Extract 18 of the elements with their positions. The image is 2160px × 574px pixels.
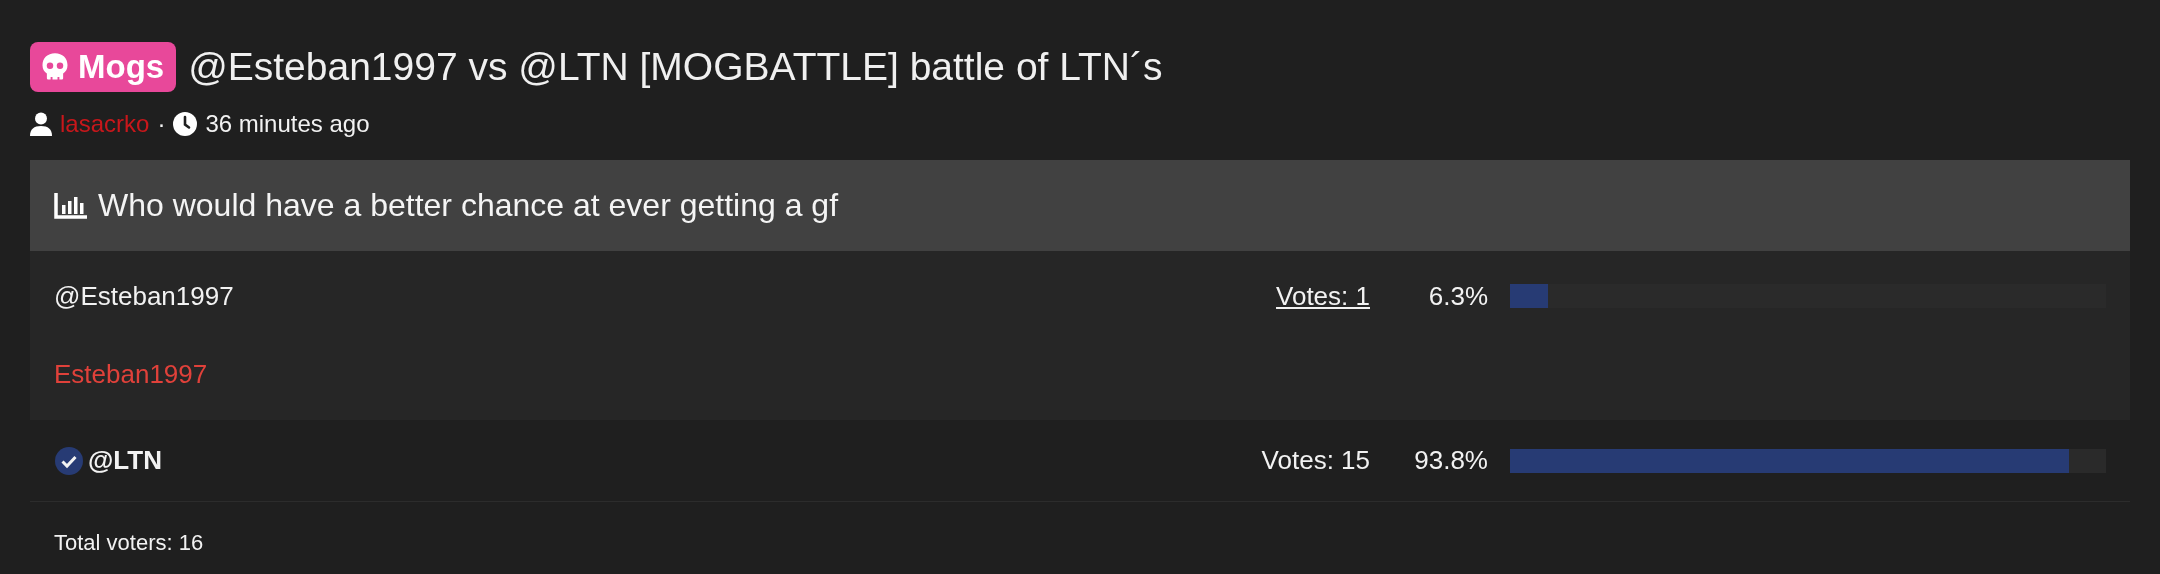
separator: ·	[157, 110, 166, 138]
vote-percentage: 6.3%	[1427, 280, 1489, 312]
votes-link[interactable]: Votes: 1	[1276, 280, 1370, 312]
author-link[interactable]: lasacrko	[60, 110, 150, 138]
voter-link[interactable]: Esteban1997	[54, 359, 208, 390]
thread-title: @Esteban1997 vs @LTN [MOGBATTLE] battle of LTN´s	[188, 45, 1163, 89]
bar-chart-icon	[54, 191, 88, 220]
votes-link[interactable]: Votes: 15	[1261, 445, 1370, 476]
clock-icon	[173, 112, 198, 136]
vote-percentage: 93.8%	[1413, 445, 1489, 476]
user-icon	[30, 112, 52, 136]
post-time: 36 minutes ago	[205, 110, 370, 138]
option-label: @LTN	[88, 445, 162, 476]
skull-icon	[40, 52, 70, 82]
total-voters: Total voters: 16	[53, 529, 205, 557]
prefix-badge[interactable]: Mogs	[30, 42, 177, 92]
poll-question: Who would have a better chance at ever getting a gf	[98, 187, 838, 224]
option-label: @Esteban1997	[54, 280, 234, 312]
